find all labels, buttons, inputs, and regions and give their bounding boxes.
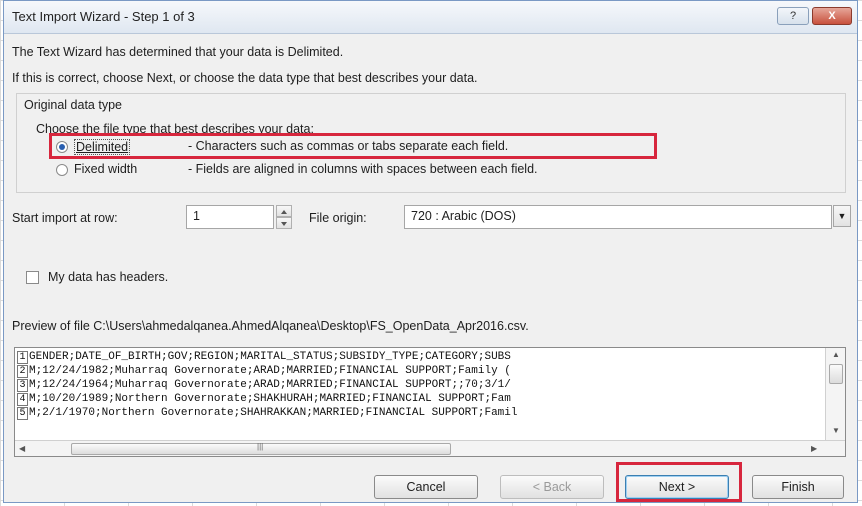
- row-number: 2: [17, 365, 28, 378]
- scroll-down-icon[interactable]: ▼: [832, 426, 840, 435]
- intro-instructions: If this is correct, choose Next, or choo…: [12, 71, 478, 85]
- start-row-spin-up[interactable]: [276, 205, 292, 217]
- fixed-width-radio[interactable]: [56, 164, 68, 176]
- row-text: M;2/1/1970;Northern Governorate;SHAHRAKK…: [29, 407, 518, 419]
- fixed-width-label[interactable]: Fixed width: [74, 162, 137, 176]
- delimited-description: - Characters such as commas or tabs sepa…: [188, 139, 509, 153]
- file-origin-select[interactable]: 720 : Arabic (DOS): [404, 205, 832, 229]
- row-number: 3: [17, 379, 28, 392]
- delimited-radio[interactable]: [56, 141, 68, 153]
- horizontal-scroll-thumb[interactable]: |||: [71, 442, 451, 455]
- spin-down-icon: [281, 222, 287, 226]
- start-row-label: Start import at row:: [12, 211, 118, 225]
- spin-up-icon: [281, 210, 287, 214]
- row-number: 4: [17, 393, 28, 406]
- preview-horizontal-scrollbar[interactable]: ◀ ||| ▶: [15, 440, 845, 456]
- grip-icon: |||: [257, 442, 264, 451]
- start-row-input[interactable]: 1: [186, 205, 274, 229]
- row-text: M;12/24/1964;Muharraq Governorate;ARAD;M…: [29, 379, 511, 391]
- preview-row: 3 M;12/24/1964;Muharraq Governorate;ARAD;…: [17, 379, 511, 392]
- row-number: 1: [17, 351, 28, 364]
- back-button[interactable]: < Back: [500, 475, 604, 499]
- start-row-spin-down[interactable]: [276, 217, 292, 229]
- close-button[interactable]: X: [812, 7, 852, 25]
- scroll-left-icon[interactable]: ◀: [19, 444, 25, 453]
- my-data-has-headers-checkbox[interactable]: [26, 271, 39, 284]
- scroll-right-icon[interactable]: ▶: [811, 444, 817, 453]
- row-text: M;10/20/1989;Northern Governorate;SHAKHU…: [29, 393, 511, 405]
- file-origin-label: File origin:: [309, 211, 367, 225]
- next-button[interactable]: Next >: [625, 475, 729, 499]
- preview-row: 4 M;10/20/1989;Northern Governorate;SHAKH…: [17, 393, 511, 406]
- preview-row: 1 GENDER;DATE_OF_BIRTH;GOV;REGION;MARITAL…: [17, 351, 511, 364]
- row-number: 5: [17, 407, 28, 420]
- vertical-scroll-thumb[interactable]: [829, 364, 843, 384]
- title-bar: Text Import Wizard - Step 1 of 3 ? X: [4, 1, 857, 34]
- preview-row: 2 M;12/24/1982;Muharraq Governorate;ARAD;…: [17, 365, 511, 378]
- delimited-label[interactable]: Delimited: [74, 139, 131, 155]
- file-origin-dropdown-button[interactable]: ▼: [833, 205, 851, 227]
- text-import-wizard-dialog: Text Import Wizard - Step 1 of 3 ? X The…: [3, 0, 858, 503]
- preview-row: 5 M;2/1/1970;Northern Governorate;SHAHRAK…: [17, 407, 517, 420]
- preview-pane[interactable]: 1 GENDER;DATE_OF_BIRTH;GOV;REGION;MARITAL…: [14, 347, 846, 457]
- scroll-up-icon[interactable]: ▲: [832, 350, 840, 359]
- preview-label: Preview of file C:\Users\ahmedalqanea.Ah…: [12, 319, 529, 333]
- row-text: GENDER;DATE_OF_BIRTH;GOV;REGION;MARITAL_…: [29, 351, 511, 363]
- my-data-has-headers-label[interactable]: My data has headers.: [48, 270, 168, 284]
- row-text: M;12/24/1982;Muharraq Governorate;ARAD;M…: [29, 365, 511, 377]
- dialog-title: Text Import Wizard - Step 1 of 3: [12, 9, 195, 24]
- cancel-button[interactable]: Cancel: [374, 475, 478, 499]
- preview-vertical-scrollbar[interactable]: ▲ ▼: [825, 348, 845, 440]
- chevron-down-icon: ▼: [837, 211, 847, 221]
- finish-button[interactable]: Finish: [752, 475, 844, 499]
- group-label: Original data type: [22, 98, 124, 112]
- intro-text: The Text Wizard has determined that your…: [12, 45, 344, 59]
- help-button[interactable]: ?: [777, 7, 809, 25]
- fixed-width-description: - Fields are aligned in columns with spa…: [188, 162, 538, 176]
